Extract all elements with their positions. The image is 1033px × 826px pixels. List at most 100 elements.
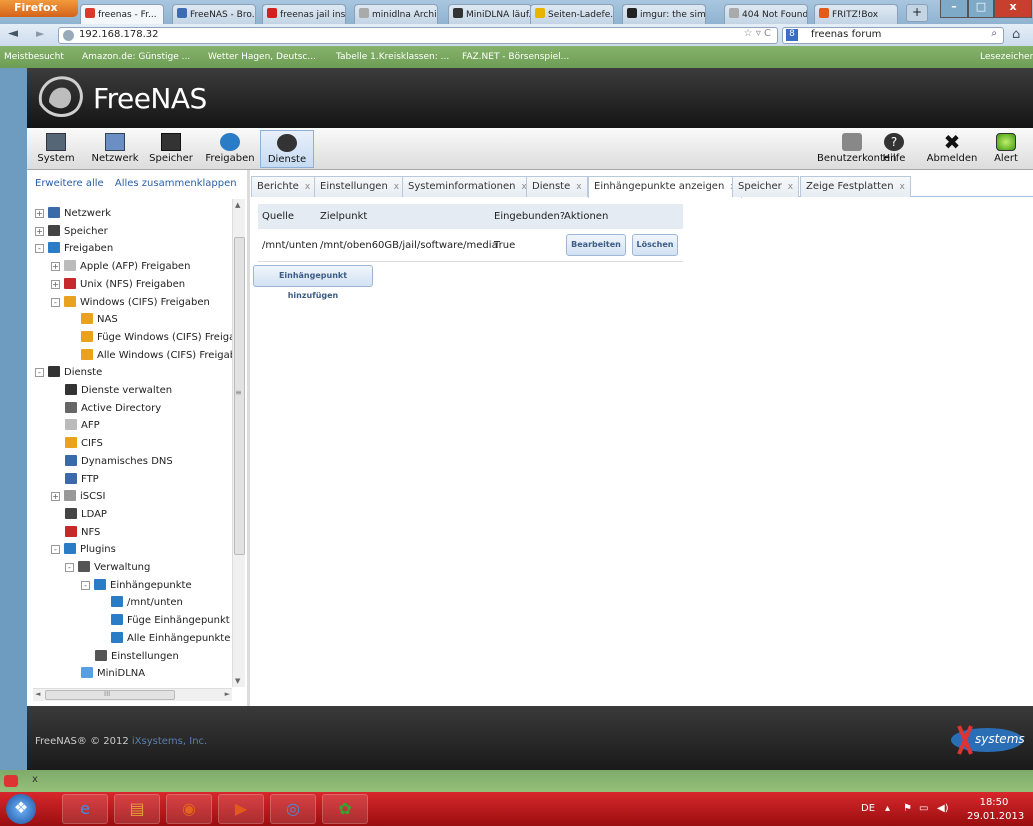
network-button[interactable]: Netzwerk bbox=[89, 130, 141, 168]
tree-item[interactable]: CIFS bbox=[65, 435, 103, 452]
tree-horizontal-scrollbar[interactable]: ◄ III ► bbox=[33, 688, 232, 701]
accounts-button[interactable]: Benutzerkonten bbox=[817, 130, 896, 168]
tree-item[interactable]: - Verwaltung bbox=[65, 559, 150, 576]
add-mountpoint-button[interactable]: Einhängepunkt hinzufügen bbox=[253, 265, 373, 300]
flag-icon[interactable]: ⚑ bbox=[903, 803, 912, 814]
reload-icon[interactable]: ☆ ▿ C bbox=[744, 28, 771, 39]
tab-close-icon[interactable]: x bbox=[576, 182, 581, 192]
column-header[interactable]: Eingebunden? bbox=[494, 211, 565, 222]
tree-item[interactable]: + Apple (AFP) Freigaben bbox=[51, 258, 190, 275]
tree-toggle[interactable]: - bbox=[51, 297, 60, 307]
browser-tab[interactable]: MiniDLNA läuf... bbox=[448, 4, 532, 24]
sharing-button[interactable]: Freigaben bbox=[205, 130, 255, 168]
logout-button[interactable]: ✖ Abmelden bbox=[925, 130, 979, 168]
bookmarks-menu[interactable]: Lesezeichen bbox=[980, 52, 1033, 62]
tree-toggle[interactable]: + bbox=[51, 492, 60, 502]
ixsystems-logo[interactable]: systems bbox=[945, 722, 1025, 758]
tree-toggle[interactable]: + bbox=[51, 279, 60, 289]
tree-item[interactable]: + Netzwerk bbox=[35, 205, 111, 222]
tree-item[interactable]: LDAP bbox=[65, 506, 107, 523]
bookmark-item[interactable]: Tabelle 1.Kreisklassen: ... bbox=[336, 52, 449, 62]
tab-close-icon[interactable]: x bbox=[788, 182, 793, 192]
browser-tab[interactable]: FRITZ!Box bbox=[814, 4, 898, 24]
back-icon[interactable]: ◄ bbox=[8, 26, 18, 41]
browser-tab[interactable]: minidlna Archi... bbox=[354, 4, 438, 24]
search-icon[interactable]: ⌕ bbox=[991, 28, 997, 39]
tree-vertical-scrollbar[interactable]: ▲ ≡ ▼ bbox=[232, 199, 245, 687]
firefox-menu-button[interactable]: Firefox bbox=[0, 0, 78, 17]
tree-item[interactable]: Füge Einhängepunkt hir bbox=[111, 612, 232, 629]
url-bar[interactable]: 192.168.178.32 ☆ ▿ C bbox=[58, 27, 778, 44]
column-header[interactable]: Quelle bbox=[262, 211, 294, 222]
expand-all-link[interactable]: Erweitere alle bbox=[35, 178, 104, 189]
tree-item[interactable]: AFP bbox=[65, 417, 100, 434]
volume-icon[interactable]: ◀) bbox=[937, 803, 949, 814]
tree-item[interactable]: MiniDLNA bbox=[81, 665, 145, 682]
tree-item[interactable]: Alle Einhängepunkte ar bbox=[111, 630, 232, 647]
tab-6[interactable]: Speicher x bbox=[732, 176, 800, 197]
tree-item[interactable]: Active Directory bbox=[65, 400, 161, 417]
tree-toggle[interactable]: - bbox=[35, 368, 44, 378]
scroll-up-arrow[interactable]: ▲ bbox=[235, 201, 240, 209]
new-tab-button[interactable]: + bbox=[906, 4, 928, 22]
home-icon[interactable]: ⌂ bbox=[1012, 27, 1020, 42]
alert-button[interactable]: Alert bbox=[989, 130, 1023, 168]
search-bar[interactable]: 8 freenas forum ⌕ bbox=[782, 27, 1004, 44]
tree-item[interactable]: - Einhängepunkte bbox=[81, 577, 192, 594]
bookmark-item[interactable]: FAZ.NET - Börsenspiel... bbox=[462, 52, 569, 62]
company-link[interactable]: iXsystems, Inc. bbox=[132, 736, 207, 747]
browser-tab[interactable]: imgur: the sim... bbox=[622, 4, 706, 24]
minimize-button[interactable]: – bbox=[940, 0, 968, 18]
scroll-right-arrow[interactable]: ► bbox=[225, 690, 230, 698]
show-hidden-icons[interactable]: ▴ bbox=[885, 803, 890, 814]
collapse-all-link[interactable]: Alles zusammenklappen bbox=[115, 178, 237, 189]
browser-tab[interactable]: Seiten-Ladefe... bbox=[530, 4, 614, 24]
start-button[interactable]: ❖ bbox=[6, 794, 36, 824]
scroll-left-arrow[interactable]: ◄ bbox=[35, 690, 40, 698]
tab-close-icon[interactable]: x bbox=[394, 182, 399, 192]
close-addon-bar-button[interactable]: x bbox=[32, 774, 38, 785]
browser-tab[interactable]: 404 Not Found bbox=[724, 4, 808, 24]
tree-toggle[interactable]: - bbox=[65, 563, 74, 572]
close-window-button[interactable]: x bbox=[994, 0, 1032, 18]
tree-item[interactable]: Alle Windows (CIFS) Freigabe bbox=[81, 347, 232, 364]
tab-close-icon[interactable]: x bbox=[900, 182, 905, 192]
forward-icon[interactable]: ► bbox=[36, 27, 44, 40]
tree-scroll-thumb[interactable]: ≡ bbox=[234, 237, 245, 555]
help-button[interactable]: ? Hilfe bbox=[879, 130, 909, 168]
tree-item[interactable]: Dynamisches DNS bbox=[65, 453, 173, 470]
search-engine-icon[interactable]: 8 bbox=[786, 29, 798, 41]
taskbar-app-button[interactable]: e bbox=[62, 794, 108, 824]
tab-1[interactable]: Berichte x bbox=[251, 176, 317, 197]
bookmark-item[interactable]: Meistbesucht bbox=[4, 52, 64, 62]
network-tray-icon[interactable]: ▭ bbox=[919, 803, 928, 814]
tree-item[interactable]: Dienste verwalten bbox=[65, 382, 172, 399]
services-button[interactable]: Dienste bbox=[260, 130, 314, 168]
taskbar-app-button[interactable]: ✿ bbox=[322, 794, 368, 824]
clock-date[interactable]: 29.01.2013 bbox=[967, 811, 1024, 822]
column-header[interactable]: Zielpunkt bbox=[320, 211, 367, 222]
tab-4[interactable]: Dienste x bbox=[526, 176, 588, 197]
tab-5[interactable]: Einhängepunkte anzeigenx bbox=[588, 176, 742, 198]
taskbar-app-button[interactable]: ▤ bbox=[114, 794, 160, 824]
table-row[interactable]: /mnt/unten /mnt/oben60GB/jail/software/m… bbox=[258, 230, 683, 262]
tree-item[interactable]: - Freigaben bbox=[35, 240, 113, 257]
maximize-button[interactable]: □ bbox=[968, 0, 994, 18]
taskbar-app-button[interactable]: ◎ bbox=[270, 794, 316, 824]
tree-toggle[interactable]: + bbox=[35, 209, 44, 218]
tab-close-icon[interactable]: x bbox=[305, 182, 310, 192]
tree-toggle[interactable]: - bbox=[81, 580, 90, 590]
tree-item[interactable]: Einstellungen bbox=[95, 648, 179, 665]
browser-tab[interactable]: FreeNAS - Bro... bbox=[172, 4, 256, 24]
taskbar-app-button[interactable]: ▶ bbox=[218, 794, 264, 824]
tab-7[interactable]: Zeige Festplatten x bbox=[800, 176, 911, 197]
tree-item[interactable]: + iSCSI bbox=[51, 488, 105, 505]
site-identity-icon[interactable] bbox=[63, 30, 74, 41]
pane-splitter[interactable] bbox=[247, 170, 250, 706]
tab-2[interactable]: Einstellungen x bbox=[314, 176, 406, 197]
tree-item[interactable]: - Dienste bbox=[35, 364, 102, 381]
browser-tab[interactable]: freenas - Fr... bbox=[80, 4, 164, 24]
tree-item[interactable]: + Speicher bbox=[35, 223, 108, 240]
tab-3[interactable]: Systeminformationen x bbox=[402, 176, 533, 197]
clock-time[interactable]: 18:50 bbox=[979, 797, 1009, 808]
